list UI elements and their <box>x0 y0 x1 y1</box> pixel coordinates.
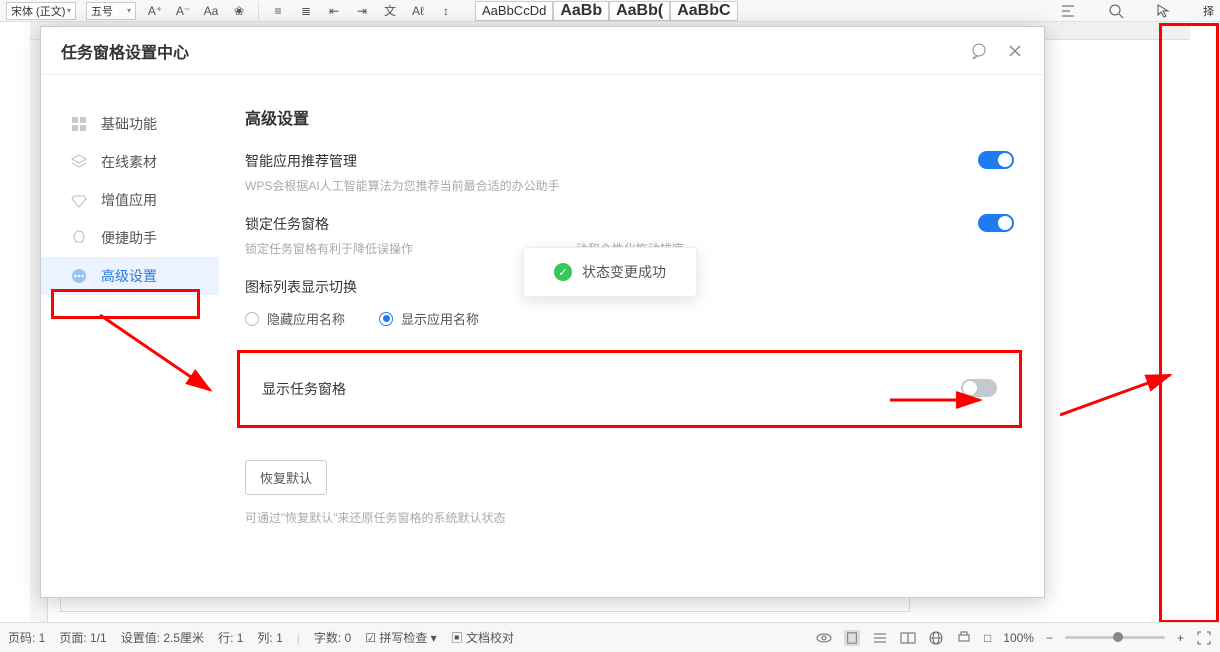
select-label: 择 <box>1203 3 1214 19</box>
zoom-out-button[interactable]: − <box>1046 631 1053 645</box>
diamond-icon <box>71 192 87 208</box>
lock-pane-label: 锁定任务窗格 <box>245 214 329 234</box>
zoom-slider[interactable] <box>1065 636 1165 639</box>
style-heading1[interactable]: AaBb <box>553 1 609 21</box>
reading-view-icon[interactable] <box>900 630 916 646</box>
smart-recommend-desc: WPS会根据AI人工智能算法为您推荐当前最合适的办公助手 <box>245 177 1014 194</box>
show-pane-label: 显示任务窗格 <box>262 379 346 399</box>
line-spacing-icon[interactable]: ↕ <box>437 2 455 20</box>
page-view-icon[interactable] <box>844 630 860 646</box>
indent-left-icon[interactable]: ⇤ <box>325 2 343 20</box>
style-gallery[interactable]: AaBbCcDd AaBb AaBb( AaBbC <box>475 1 738 21</box>
change-case-icon[interactable]: Aa <box>202 2 220 20</box>
sidebar-item-assistant[interactable]: 便捷助手 <box>41 219 219 257</box>
sb-spellcheck[interactable]: ☑ 拼写检查 ▾ <box>365 629 436 646</box>
show-pane-toggle[interactable] <box>961 379 997 397</box>
settings-content: 高级设置 智能应用推荐管理 WPS会根据AI人工智能算法为您推荐当前最合适的办公… <box>219 75 1044 597</box>
sidebar-item-label: 高级设置 <box>101 266 157 286</box>
status-bar: 页码: 1 页面: 1/1 设置值: 2.5厘米 行: 1 列: 1 | 字数:… <box>0 622 1220 652</box>
sidebar-item-advanced[interactable]: 高级设置 <box>41 257 219 295</box>
sb-setvalue[interactable]: 设置值: 2.5厘米 <box>121 629 204 646</box>
radio-icon <box>379 312 393 326</box>
sidebar-item-label: 增值应用 <box>101 190 157 210</box>
ribbon-toolbar: 宋体 (正文)▾ 五号▾ A⁺ A⁻ Aa ❀ ≡ ≣ ⇤ ⇥ 文 Aℓ ↕ A… <box>0 0 1220 22</box>
sb-pages[interactable]: 页面: 1/1 <box>59 629 106 646</box>
task-pane-settings-dialog: 任务窗格设置中心 基础功能 在线素材 增值应用 便捷助手 <box>40 26 1045 598</box>
layers-icon <box>71 154 87 170</box>
sb-col[interactable]: 列: 1 <box>257 629 282 646</box>
align-icon[interactable]: Aℓ <box>409 2 427 20</box>
zoom-value[interactable]: 100% <box>1003 631 1034 645</box>
indent-right-icon[interactable]: ⇥ <box>353 2 371 20</box>
style-heading3[interactable]: AaBbC <box>670 1 737 21</box>
sidebar-item-basic[interactable]: 基础功能 <box>41 105 219 143</box>
show-pane-row: 显示任务窗格 <box>237 350 1022 428</box>
sidebar-item-label: 在线素材 <box>101 152 157 172</box>
dialog-title: 任务窗格设置中心 <box>61 39 970 63</box>
sidebar-item-premium[interactable]: 增值应用 <box>41 181 219 219</box>
close-icon[interactable] <box>1006 42 1024 60</box>
dialog-header: 任务窗格设置中心 <box>41 27 1044 75</box>
toast-text: 状态变更成功 <box>582 262 666 282</box>
grid-icon <box>71 116 87 132</box>
settings-sidebar: 基础功能 在线素材 增值应用 便捷助手 高级设置 <box>41 75 219 597</box>
text-direction-icon[interactable]: 文 <box>381 2 399 20</box>
font-size-dropdown[interactable]: 五号▾ <box>86 2 136 20</box>
sb-doccheck[interactable]: ▣ 文档校对 <box>451 629 514 646</box>
radio-show-name[interactable]: 显示应用名称 <box>379 309 479 328</box>
smart-recommend-label: 智能应用推荐管理 <box>245 151 357 171</box>
clear-format-icon[interactable]: ❀ <box>230 2 248 20</box>
fullscreen-icon[interactable] <box>1196 630 1212 646</box>
style-normal[interactable]: AaBbCcDd <box>475 1 553 21</box>
sidebar-item-label: 基础功能 <box>101 114 157 134</box>
sidebar-item-label: 便捷助手 <box>101 228 157 248</box>
web-view-icon[interactable] <box>928 630 944 646</box>
lock-pane-toggle[interactable] <box>978 214 1014 232</box>
sidebar-item-online[interactable]: 在线素材 <box>41 143 219 181</box>
replace-icon[interactable] <box>1059 2 1077 20</box>
decrease-font-icon[interactable]: A⁻ <box>174 2 192 20</box>
print-view-icon[interactable] <box>956 630 972 646</box>
sb-page[interactable]: 页码: 1 <box>8 629 45 646</box>
font-name-dropdown[interactable]: 宋体 (正文)▾ <box>6 2 76 20</box>
zoom-reset-button[interactable]: □ <box>984 631 991 645</box>
zoom-in-button[interactable]: + <box>1177 631 1184 645</box>
restore-hint: 可通过"恢复默认"来还原任务窗格的系统默认状态 <box>245 509 1014 526</box>
style-heading2[interactable]: AaBb( <box>609 1 670 21</box>
select-icon[interactable] <box>1155 2 1173 20</box>
increase-font-icon[interactable]: A⁺ <box>146 2 164 20</box>
section-title: 高级设置 <box>245 105 1014 129</box>
checkmark-icon: ✓ <box>554 263 572 281</box>
radio-icon <box>245 312 259 326</box>
rocket-icon <box>71 230 87 246</box>
restore-default-button[interactable]: 恢复默认 <box>245 460 327 495</box>
success-toast: ✓ 状态变更成功 <box>523 247 697 297</box>
radio-hide-name[interactable]: 隐藏应用名称 <box>245 309 345 328</box>
bullets-icon[interactable]: ≡ <box>269 2 287 20</box>
outline-view-icon[interactable] <box>872 630 888 646</box>
find-icon[interactable] <box>1107 2 1125 20</box>
feedback-icon[interactable] <box>970 42 988 60</box>
numbering-icon[interactable]: ≣ <box>297 2 315 20</box>
sb-chars[interactable]: 字数: 0 <box>314 629 351 646</box>
smart-recommend-toggle[interactable] <box>978 151 1014 169</box>
sb-row[interactable]: 行: 1 <box>218 629 243 646</box>
eye-icon[interactable] <box>816 630 832 646</box>
more-icon <box>71 268 87 284</box>
